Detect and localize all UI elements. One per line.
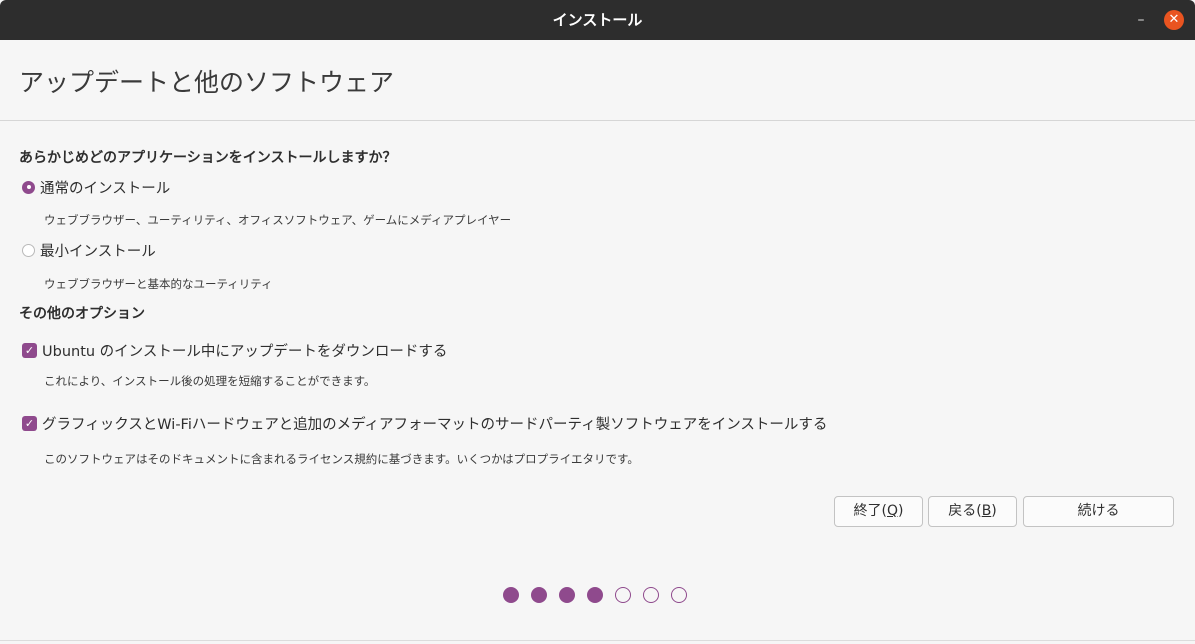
step-dot-5 <box>615 587 631 603</box>
quit-mnemonic[interactable]: Q <box>887 503 898 519</box>
third-party-checkbox[interactable]: ✓ グラフィックスとWi-Fiハードウェアと追加のメディアフォーマットのサードパ… <box>22 413 827 433</box>
title-bar[interactable]: インストール – ✕ <box>0 0 1195 40</box>
step-dot-3 <box>559 587 575 603</box>
radio-unselected-icon[interactable] <box>22 243 35 257</box>
step-dot-7 <box>671 587 687 603</box>
other-options-heading: その他のオプション <box>19 306 145 322</box>
minimal-install-label[interactable]: 最小インストール <box>40 240 156 261</box>
download-updates-label[interactable]: Ubuntu のインストール中にアップデートをダウンロードする <box>42 340 447 361</box>
download-updates-description: これにより、インストール後の処理を短縮することができます。 <box>44 374 376 388</box>
back-mnemonic[interactable]: B <box>982 503 992 519</box>
checkmark-icon[interactable]: ✓ <box>22 415 37 431</box>
back-button[interactable]: 戻る(B) <box>928 496 1017 527</box>
normal-install-radio[interactable]: 通常のインストール <box>22 177 170 197</box>
minimize-icon[interactable]: – <box>1131 10 1151 30</box>
normal-install-description: ウェブブラウザー、ユーティリティ、オフィスソフトウェア、ゲームにメディアプレイヤ… <box>44 213 512 227</box>
download-updates-checkbox[interactable]: ✓ Ubuntu のインストール中にアップデートをダウンロードする <box>22 340 447 360</box>
progress-dots <box>503 587 699 603</box>
minimal-install-radio[interactable]: 最小インストール <box>22 240 156 260</box>
close-icon[interactable]: ✕ <box>1164 10 1184 30</box>
radio-selected-icon[interactable] <box>22 180 35 194</box>
step-dot-4 <box>587 587 603 603</box>
continue-button[interactable]: 続ける <box>1023 496 1174 527</box>
third-party-description: このソフトウェアはそのドキュメントに含まれるライセンス規約に基づきます。いくつか… <box>44 452 639 466</box>
checkmark-icon[interactable]: ✓ <box>22 342 37 358</box>
install-type-heading: あらかじめどのアプリケーションをインストールしますか？ <box>19 150 397 166</box>
step-dot-6 <box>643 587 659 603</box>
step-dot-2 <box>531 587 547 603</box>
quit-button[interactable]: 終了(Q) <box>834 496 923 527</box>
back-button-label[interactable]: 戻る <box>948 503 976 519</box>
third-party-label[interactable]: グラフィックスとWi-Fiハードウェアと追加のメディアフォーマットのサードパーテ… <box>42 413 827 434</box>
window-title: インストール <box>552 11 643 29</box>
installer-window: インストール – ✕ アップデートと他のソフトウェア あらかじめどのアプリケーシ… <box>0 0 1195 644</box>
header-divider <box>0 120 1195 121</box>
page-title: アップデートと他のソフトウェア <box>19 68 395 97</box>
step-dot-1 <box>503 587 519 603</box>
minimal-install-description: ウェブブラウザーと基本的なユーティリティ <box>44 277 273 291</box>
bottom-divider <box>0 640 1195 641</box>
normal-install-label[interactable]: 通常のインストール <box>40 177 170 198</box>
quit-button-label[interactable]: 終了 <box>854 503 882 519</box>
